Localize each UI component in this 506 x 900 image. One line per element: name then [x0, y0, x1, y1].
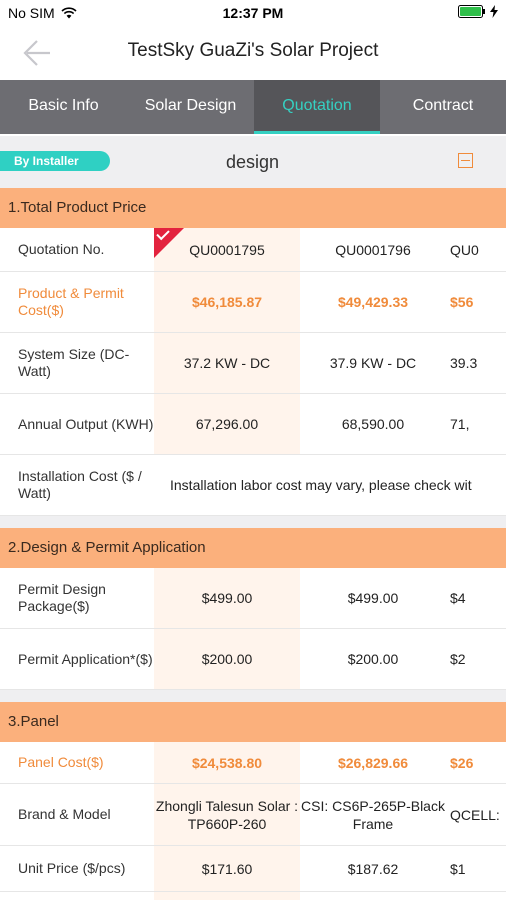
by-installer-badge[interactable]: By Installer	[0, 151, 110, 171]
section-panel: 3.Panel	[0, 702, 506, 742]
output-cell: 67,296.00	[154, 394, 300, 454]
charging-icon	[490, 5, 498, 18]
price-cell: $499.00	[347, 590, 399, 606]
installation-note: Installation labor cost may vary, please…	[170, 477, 472, 493]
panel-cost-cell: $24,538.80	[154, 742, 300, 783]
unit-price-cell: $187.62	[347, 860, 399, 877]
panel-cost-cell: $26	[450, 754, 474, 771]
navigation-bar: TestSky GuaZi's Solar Project	[0, 26, 506, 80]
tab-basic-info[interactable]: Basic Info	[0, 80, 127, 134]
page-title: TestSky GuaZi's Solar Project	[127, 40, 379, 61]
tab-contract[interactable]: Contract	[380, 80, 506, 134]
row-permit-design-package: Permit Design Package($) $499.00 $499.00…	[0, 568, 506, 629]
output-cell: 71,	[450, 416, 470, 432]
row-brand-model: Brand & Model Zhongli Talesun Solar : TP…	[0, 784, 506, 846]
row-label: Annual Output (KWH)	[18, 415, 154, 432]
tab-solar-design[interactable]: Solar Design	[127, 80, 254, 134]
row-product-permit-cost: Product & Permit Cost($) $46,185.87 $49,…	[0, 272, 506, 333]
cost-cell: $56	[450, 294, 474, 310]
unit-price-cell: $171.60	[154, 846, 300, 891]
row-annual-output: Annual Output (KWH) 67,296.00 68,590.00 …	[0, 394, 506, 455]
status-right	[458, 5, 498, 18]
size-cell: 39.3	[450, 355, 478, 371]
cost-cell: $46,185.87	[154, 272, 300, 332]
partial-cell	[154, 892, 300, 900]
row-label: Panel Cost($)	[18, 754, 104, 770]
row-installation-cost: Installation Cost ($ / Watt) Installatio…	[0, 455, 506, 516]
section-divider	[0, 516, 506, 528]
section-design-permit: 2.Design & Permit Application	[0, 528, 506, 568]
row-label: Unit Price ($/pcs)	[18, 860, 126, 876]
size-cell: 37.2 KW - DC	[154, 333, 300, 393]
row-label: Permit Application*($)	[18, 650, 153, 667]
row-label: Installation Cost ($ / Watt)	[18, 468, 142, 501]
row-partial	[0, 892, 506, 900]
filter-bar: By Installer design	[0, 136, 506, 188]
brand-cell: Zhongli Talesun Solar : TP660P-260	[154, 784, 300, 845]
clock: 12:37 PM	[222, 5, 284, 21]
unit-price-cell: $1	[450, 860, 466, 877]
price-cell: $200.00	[154, 629, 300, 689]
status-bar: No SIM 12:37 PM	[0, 0, 506, 26]
price-cell: $499.00	[154, 568, 300, 628]
row-unit-price: Unit Price ($/pcs) $171.60 $187.62 $1	[0, 846, 506, 892]
row-panel-cost: Panel Cost($) $24,538.80 $26,829.66 $26	[0, 742, 506, 784]
section-divider	[0, 690, 506, 702]
brand-cell: CSI: CS6P-265P-Black Frame	[301, 797, 445, 832]
cell-value: QU0001795	[189, 241, 265, 258]
design-label: design	[226, 152, 280, 172]
price-cell: $2	[450, 651, 466, 667]
row-label: Product & Permit Cost($)	[18, 285, 124, 318]
battery-icon	[458, 5, 485, 18]
row-label	[0, 892, 154, 900]
row-label: Permit Design Package($)	[18, 581, 106, 614]
quotation-comparison[interactable]: 1.Total Product Price Quotation No. QU00…	[0, 188, 506, 900]
quotation-cell[interactable]: QU0	[446, 228, 506, 271]
panel-cost-cell: $26,829.66	[337, 754, 409, 771]
collapse-icon[interactable]	[458, 153, 473, 168]
quotation-cell[interactable]: QU0001796	[300, 228, 446, 271]
row-permit-application: Permit Application*($) $200.00 $200.00 $…	[0, 629, 506, 690]
tab-bar: Basic Info Solar Design Quotation Contra…	[0, 80, 506, 134]
price-cell: $200.00	[347, 651, 399, 667]
row-label: Quotation No.	[18, 241, 105, 257]
size-cell: 37.9 KW - DC	[329, 355, 417, 371]
tab-quotation[interactable]: Quotation	[254, 80, 380, 134]
row-system-size: System Size (DC-Watt) 37.2 KW - DC 37.9 …	[0, 333, 506, 394]
quotation-cell-selected[interactable]: QU0001795	[154, 228, 300, 271]
brand-cell: QCELL:	[450, 806, 500, 823]
row-label: System Size (DC-Watt)	[18, 346, 130, 379]
row-quotation-no: Quotation No. QU0001795 QU0001796 QU0	[0, 228, 506, 272]
cost-cell: $49,429.33	[337, 294, 409, 310]
section-total-product-price: 1.Total Product Price	[0, 188, 506, 228]
price-cell: $4	[450, 590, 466, 606]
row-label: Brand & Model	[18, 806, 111, 822]
output-cell: 68,590.00	[341, 416, 405, 432]
